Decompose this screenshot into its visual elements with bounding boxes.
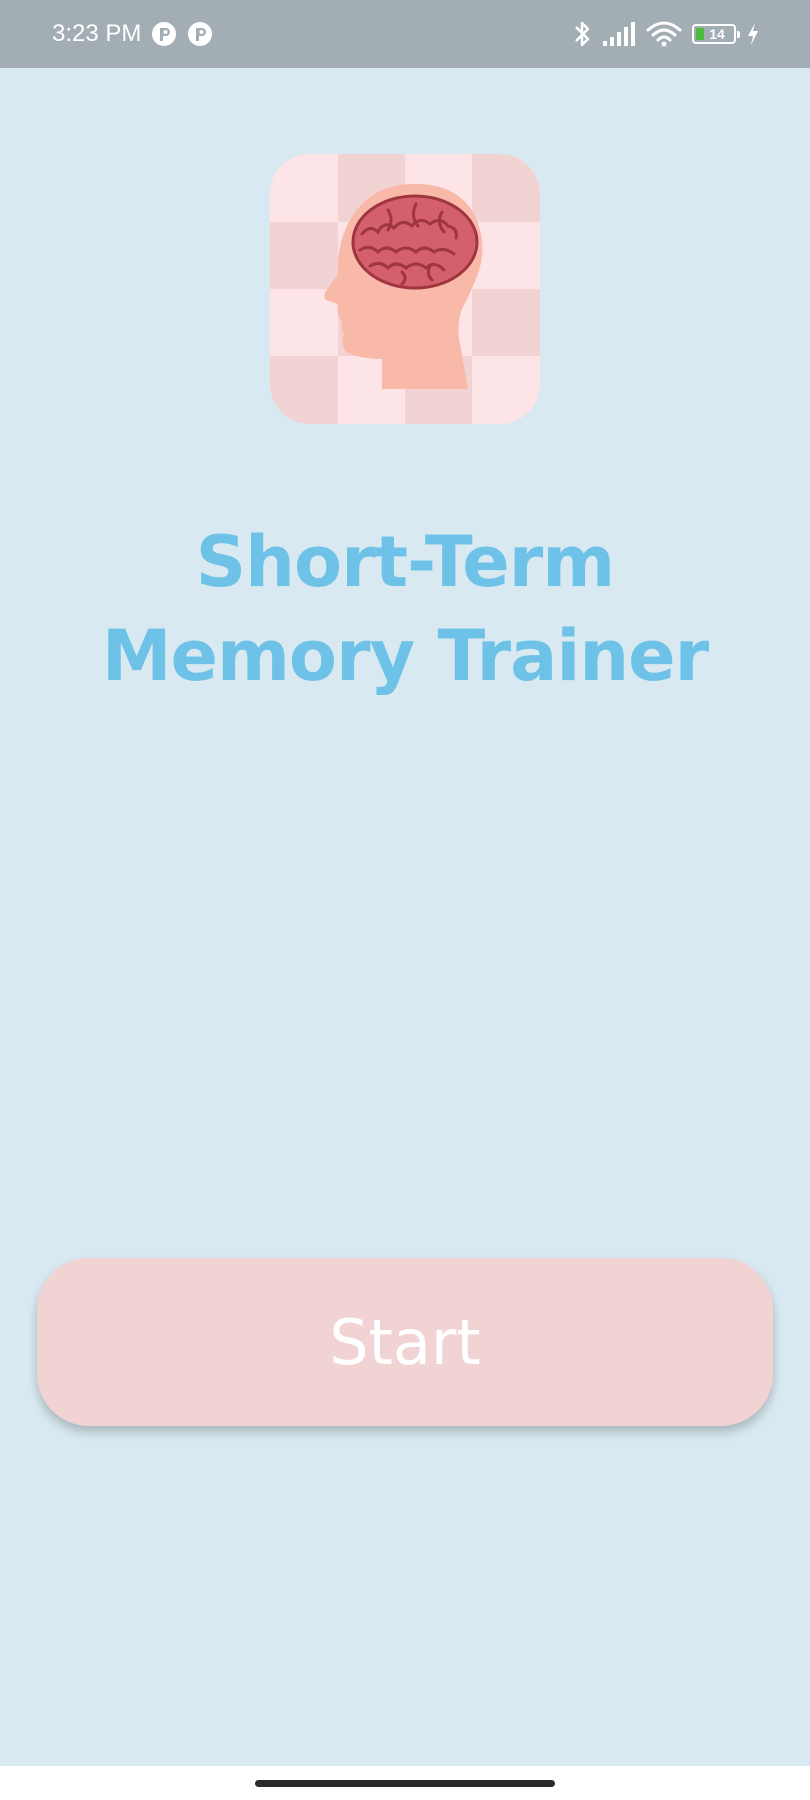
battery-level: 14 [709,26,725,42]
brain-head-icon [270,154,540,424]
battery-icon: 14 [692,24,740,44]
status-time: 3:23 PM [52,20,142,47]
signal-icon [602,21,636,47]
bluetooth-icon [572,19,592,49]
status-left: 3:23 PM [52,0,213,68]
status-right: 14 [572,0,760,68]
start-button[interactable]: Start [37,1258,773,1426]
app-notification-icon [187,21,213,47]
navigation-bar [0,1766,810,1800]
home-indicator[interactable] [255,1780,555,1787]
charging-icon [746,22,760,46]
status-bar: 3:23 PM 14 [0,0,810,68]
wifi-icon [646,20,682,48]
page-title: Short-Term Memory Trainer [101,521,709,697]
app-notification-icon [151,21,177,47]
